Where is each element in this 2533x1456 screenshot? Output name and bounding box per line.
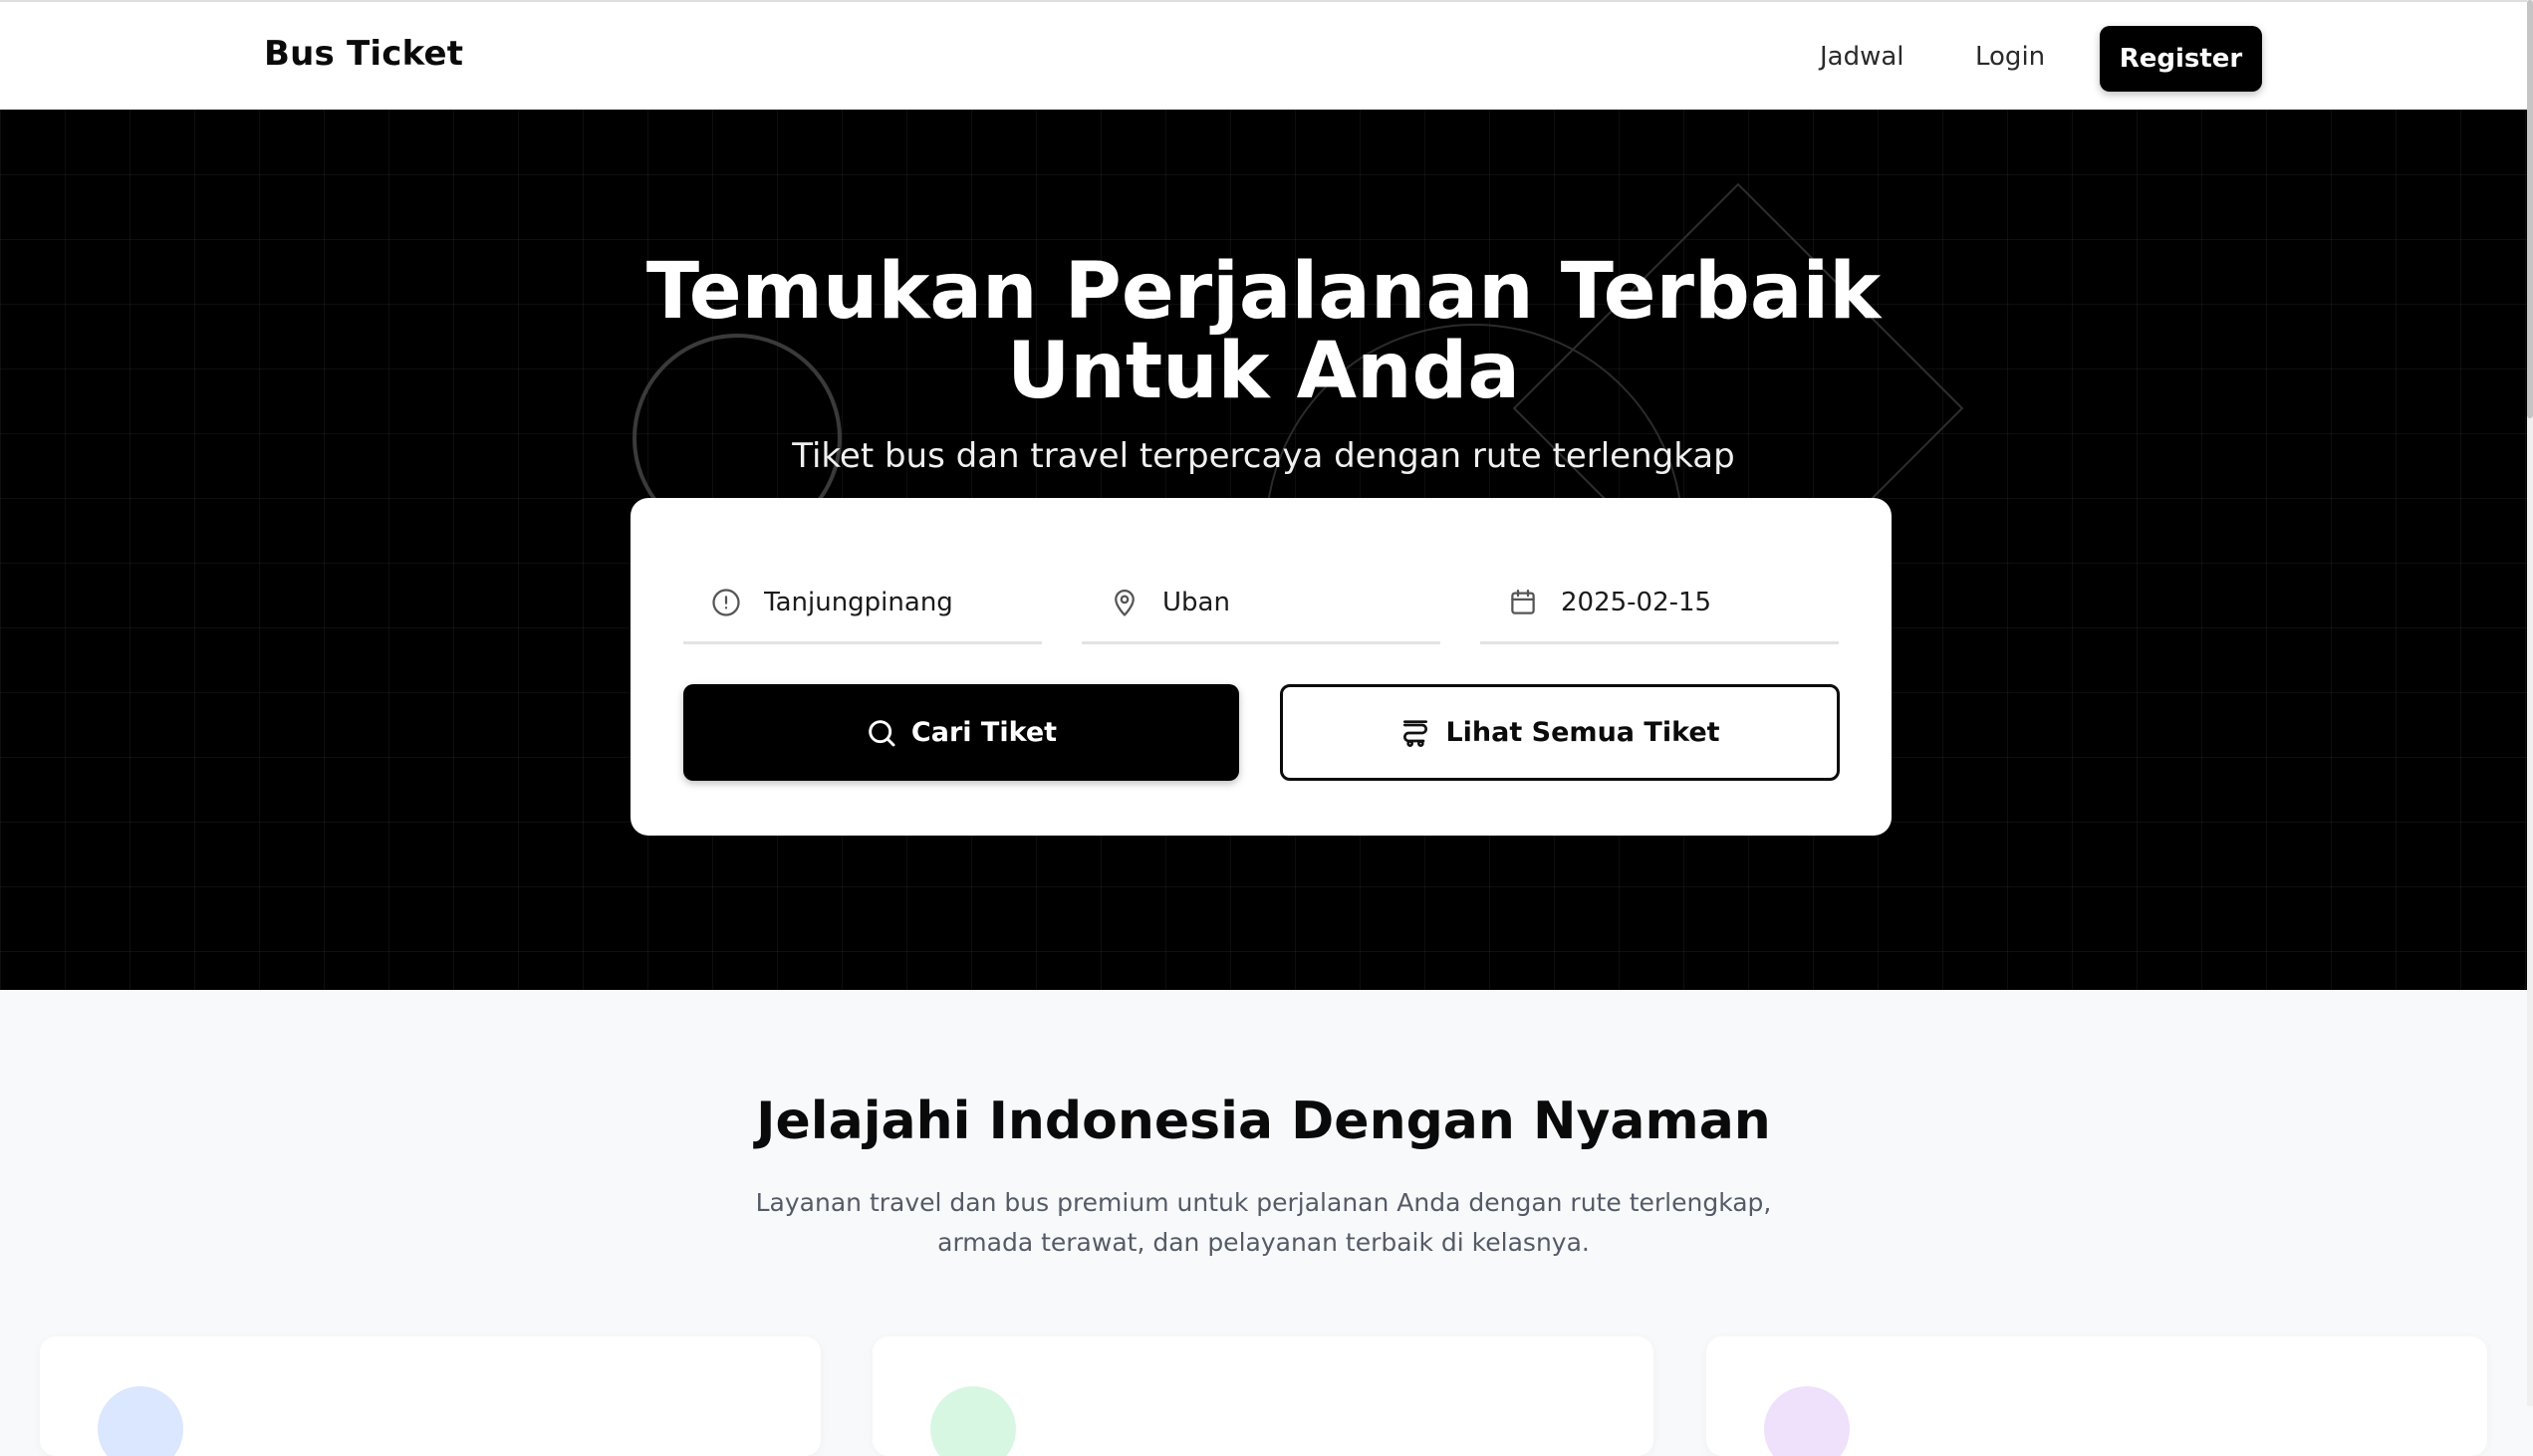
feature-icon-circle	[1764, 1386, 1850, 1456]
hero-subtitle: Tiket bus dan travel terpercaya dengan r…	[792, 436, 1735, 476]
origin-field[interactable]	[683, 563, 1042, 644]
scrollbar-thumb[interactable]	[2527, 0, 2533, 418]
calendar-icon	[1507, 587, 1539, 618]
bus-icon	[1399, 717, 1431, 749]
feature-card	[873, 1336, 1653, 1456]
hero-title-line-2: Untuk Anda	[1006, 327, 1521, 416]
hero-title: Temukan Perjalanan Terbaik Untuk Anda	[0, 252, 2527, 411]
top-navbar: Bus Ticket Jadwal Login Register	[0, 0, 2527, 110]
search-ticket-label: Cari Tiket	[910, 717, 1058, 748]
view-all-tickets-label: Lihat Semua Tiket	[1445, 717, 1720, 748]
alert-circle-icon	[710, 587, 742, 618]
section-description: Layanan travel dan bus premium untuk per…	[755, 1188, 1772, 1257]
register-button[interactable]: Register	[2100, 26, 2262, 92]
nav-login-link[interactable]: Login	[1975, 42, 2045, 72]
date-field[interactable]	[1480, 563, 1839, 644]
section-title: Jelajahi Indonesia Dengan Nyaman	[756, 1092, 1771, 1151]
destination-field[interactable]	[1082, 563, 1440, 644]
view-all-tickets-button[interactable]: Lihat Semua Tiket	[1280, 684, 1840, 781]
search-card: Cari Tiket Lihat Semua Tiket	[631, 498, 1892, 836]
hero-section: Temukan Perjalanan Terbaik Untuk Anda Ti…	[0, 110, 2527, 990]
nav-jadwal-link[interactable]: Jadwal	[1820, 42, 1904, 72]
features-section: Jelajahi Indonesia Dengan Nyaman Layanan…	[0, 990, 2527, 1456]
date-input[interactable]	[1559, 586, 1838, 618]
hero-title-line-1: Temukan Perjalanan Terbaik	[645, 247, 1882, 337]
brand-logo[interactable]: Bus Ticket	[264, 34, 463, 74]
map-pin-icon	[1109, 587, 1140, 618]
feature-icon-circle	[98, 1386, 183, 1456]
search-icon	[866, 717, 897, 749]
search-ticket-button[interactable]: Cari Tiket	[683, 684, 1239, 781]
feature-icon-circle	[930, 1386, 1016, 1456]
feature-card	[1706, 1336, 2487, 1456]
origin-input[interactable]	[762, 586, 1041, 618]
feature-card	[40, 1336, 821, 1456]
destination-input[interactable]	[1160, 586, 1439, 618]
